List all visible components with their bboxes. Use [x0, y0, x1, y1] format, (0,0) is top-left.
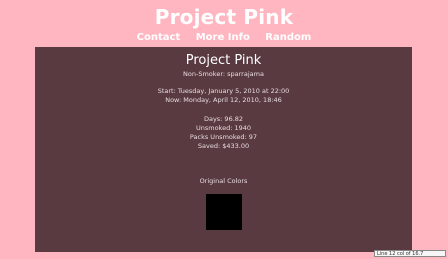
nav-link-contact[interactable]: Contact	[137, 32, 181, 43]
original-colors-label: Original Colors	[199, 177, 248, 185]
non-smoker-line: Non-Smoker: sparrajama	[183, 70, 264, 78]
nav-link-more-info[interactable]: More Info	[196, 32, 250, 43]
days-line: Days: 96.82	[203, 115, 244, 123]
content-panel: Project Pink Non-Smoker: sparrajama Star…	[35, 47, 412, 252]
now-line: Now: Monday, April 12, 2010, 18:46	[165, 96, 282, 104]
packs-unsmoked-line: Packs Unsmoked: 97	[189, 133, 258, 141]
saved-line: Saved: $433.00	[197, 142, 250, 150]
start-line: Start: Tuesday, January 5, 2010 at 22:00	[157, 87, 290, 95]
original-color-swatch	[205, 194, 242, 230]
panel-title: Project Pink	[185, 53, 262, 68]
top-nav: Contact More Info Random	[0, 31, 448, 45]
nav-link-random[interactable]: Random	[265, 32, 311, 43]
unsmoked-line: Unsmoked: 1940	[195, 124, 252, 132]
site-title: Project Pink	[154, 5, 294, 29]
status-bar: Line 12 col of 16.7	[374, 250, 446, 257]
